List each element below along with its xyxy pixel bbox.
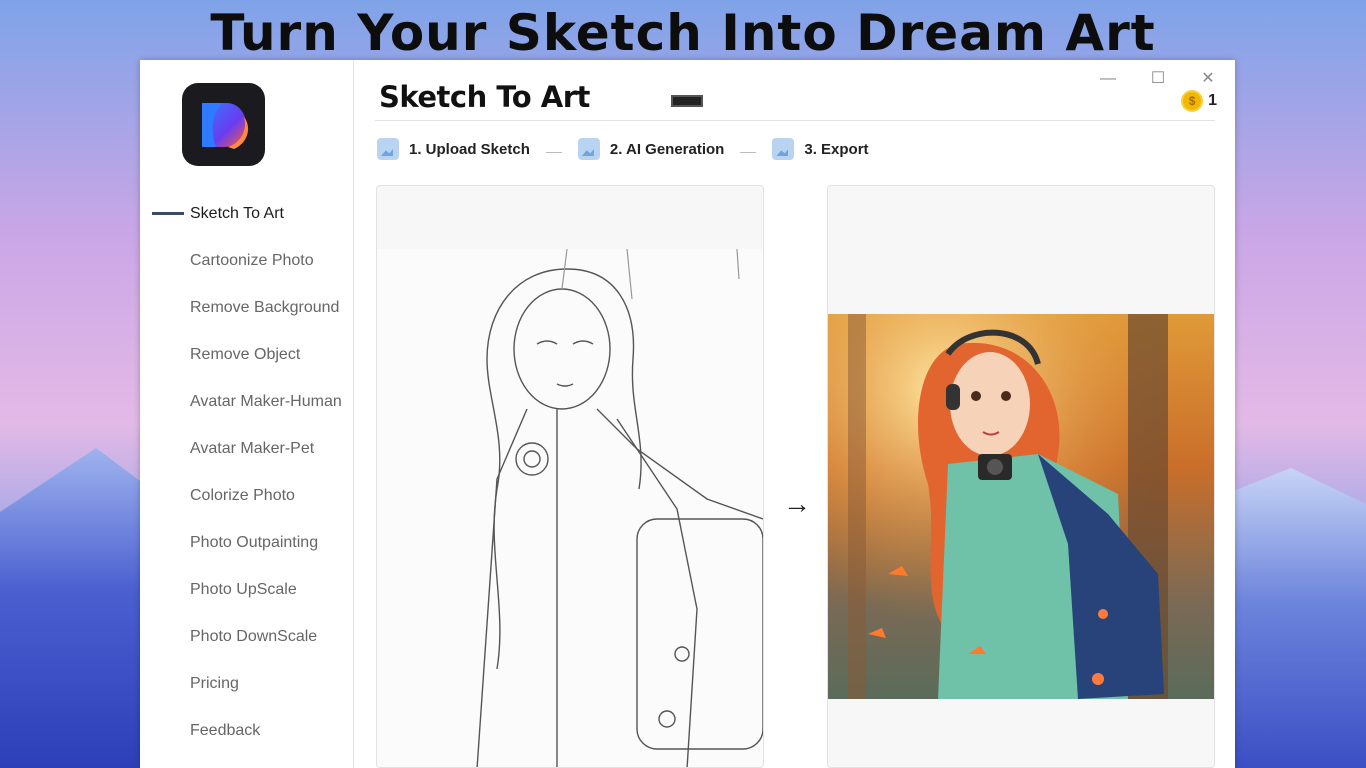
arrow-right-icon: →: [783, 488, 811, 519]
active-indicator: [152, 212, 184, 215]
coin-icon: $: [1181, 90, 1204, 112]
sidebar-item-label: Photo Outpainting: [190, 534, 319, 551]
app-logo-icon: [182, 83, 265, 166]
sidebar: Sketch To Art Cartoonize Photo Remove Ba…: [140, 60, 354, 768]
sidebar-item-photo-downscale[interactable]: Photo DownScale: [140, 613, 354, 660]
close-button[interactable]: ✕: [1197, 68, 1219, 90]
steps-bar: 1. Upload Sketch 2. AI Generation 3. Exp…: [377, 138, 869, 160]
art-output-panel[interactable]: [827, 185, 1215, 768]
sidebar-item-cartoonize-photo[interactable]: Cartoonize Photo: [140, 237, 354, 284]
minimize-button[interactable]: —: [1097, 68, 1119, 90]
sidebar-nav: Sketch To Art Cartoonize Photo Remove Ba…: [140, 190, 354, 754]
sidebar-item-label: Pricing: [190, 675, 239, 692]
sidebar-item-label: Avatar Maker-Pet: [190, 440, 315, 457]
sidebar-item-label: Avatar Maker-Human: [190, 393, 342, 410]
step-upload-sketch: 1. Upload Sketch: [377, 138, 530, 160]
background-mountains-right: [1216, 468, 1366, 768]
export-icon: [772, 138, 795, 160]
sidebar-item-colorize-photo[interactable]: Colorize Photo: [140, 472, 354, 519]
step-label: 1. Upload Sketch: [409, 140, 530, 158]
step-separator: [545, 151, 562, 153]
sidebar-item-photo-outpainting[interactable]: Photo Outpainting: [140, 519, 354, 566]
sidebar-item-remove-background[interactable]: Remove Background: [140, 284, 354, 331]
sidebar-item-label: Colorize Photo: [190, 487, 295, 504]
step-label: 3. Export: [804, 140, 869, 158]
sidebar-item-label: Cartoonize Photo: [190, 252, 314, 269]
sidebar-item-label: Feedback: [190, 722, 261, 739]
page-title: Sketch To Art: [379, 80, 590, 114]
sidebar-item-label: Sketch To Art: [190, 205, 284, 222]
sidebar-item-remove-object[interactable]: Remove Object: [140, 331, 354, 378]
step-label: 2. AI Generation: [609, 140, 725, 158]
sketch-input-panel[interactable]: [376, 185, 764, 768]
maximize-button[interactable]: ☐: [1147, 68, 1169, 90]
title-divider: [375, 120, 1215, 121]
promo-headline: Turn Your Sketch Into Dream Art: [210, 4, 1156, 62]
sidebar-item-avatar-maker-human[interactable]: Avatar Maker-Human: [140, 378, 354, 425]
sidebar-item-sketch-to-art[interactable]: Sketch To Art: [140, 190, 354, 237]
app-window: Sketch To Art Cartoonize Photo Remove Ba…: [140, 60, 1235, 768]
sketch-image: [377, 249, 763, 767]
coin-count: 1: [1208, 92, 1217, 109]
ai-generation-icon: [577, 138, 600, 160]
step-separator: [740, 151, 757, 153]
sidebar-item-avatar-maker-pet[interactable]: Avatar Maker-Pet: [140, 425, 354, 472]
step-export: 3. Export: [772, 138, 869, 160]
toolbar-handle[interactable]: [671, 95, 703, 107]
coin-balance[interactable]: $ 1: [1181, 90, 1217, 112]
background-mountains-left: [0, 448, 160, 768]
sidebar-item-feedback[interactable]: Feedback: [140, 707, 354, 754]
main-content: — ☐ ✕ Sketch To Art $ 1 1. Upload Sketch…: [355, 60, 1235, 768]
sidebar-item-label: Photo DownScale: [190, 628, 318, 645]
image-upload-icon: [377, 138, 399, 160]
sidebar-item-label: Photo UpScale: [190, 581, 297, 598]
generated-art-image: [828, 314, 1214, 699]
step-ai-generation: 2. AI Generation: [577, 138, 725, 160]
sidebar-item-label: Remove Background: [190, 299, 340, 316]
sidebar-item-pricing[interactable]: Pricing: [140, 660, 354, 707]
sidebar-item-photo-upscale[interactable]: Photo UpScale: [140, 566, 354, 613]
sidebar-item-label: Remove Object: [190, 346, 301, 363]
window-controls: — ☐ ✕: [1097, 68, 1219, 90]
